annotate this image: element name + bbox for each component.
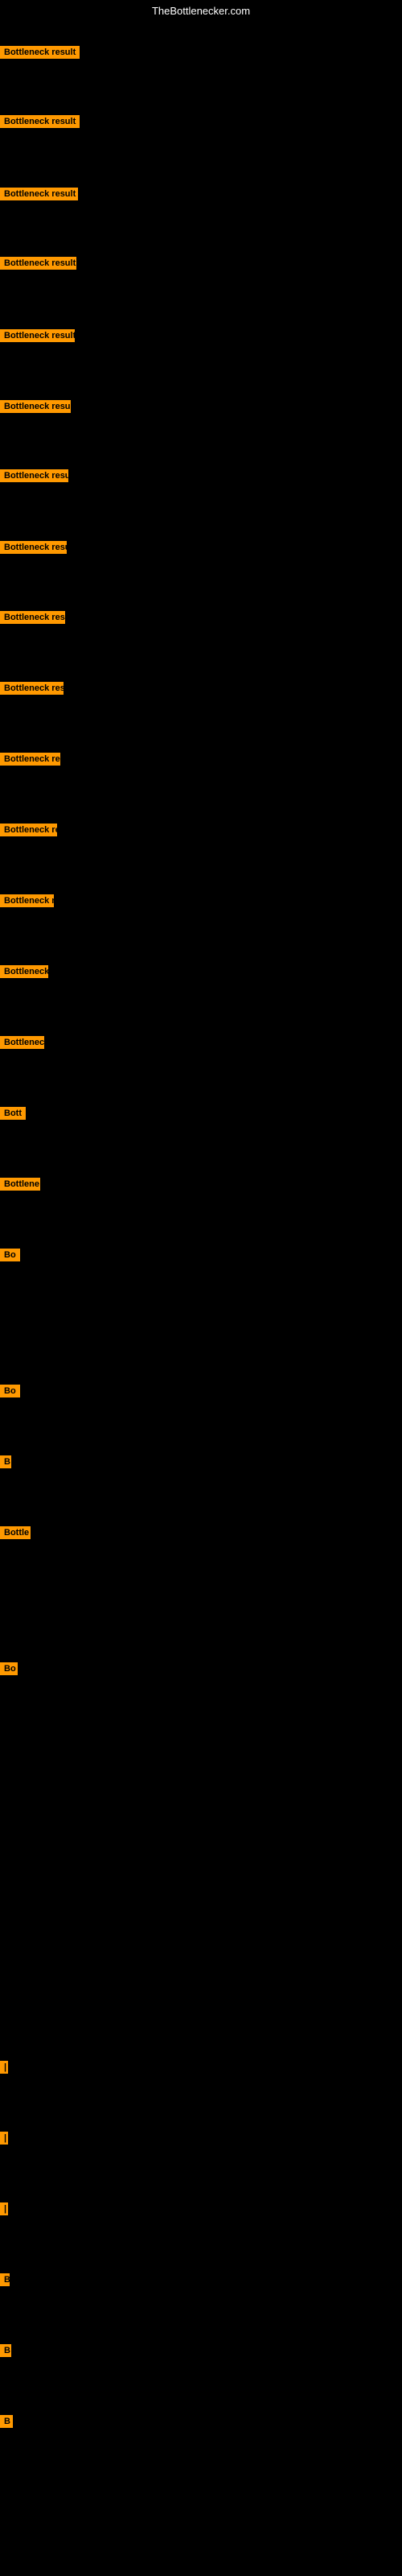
- site-title: TheBottlenecker.com: [0, 0, 402, 22]
- bottleneck-badge: Bottlenec: [0, 1036, 44, 1049]
- bottleneck-badge: B: [0, 2415, 13, 2428]
- bottleneck-badge: Bottleneck result: [0, 46, 80, 59]
- bottleneck-badge: Bottleneck result: [0, 188, 78, 200]
- bottleneck-badge: Bottleneck re: [0, 824, 57, 836]
- bottleneck-badge: B: [0, 2273, 10, 2286]
- bottleneck-badge: |: [0, 2132, 8, 2145]
- bottleneck-badge: Bottleneck r: [0, 965, 48, 978]
- bottleneck-badge: Bottleneck res: [0, 753, 60, 766]
- bottleneck-badge: |: [0, 2061, 8, 2074]
- bottleneck-badge: Bottleneck resul: [0, 611, 65, 624]
- bottleneck-badge: Bottleneck result: [0, 329, 75, 342]
- bottleneck-badge: Bo: [0, 1662, 18, 1675]
- bottleneck-badge: Bo: [0, 1249, 20, 1261]
- bottleneck-badge: Bo: [0, 1385, 20, 1397]
- bottleneck-badge: B: [0, 2344, 11, 2357]
- bottleneck-badge: |: [0, 2202, 8, 2215]
- bottleneck-badge: Bottleneck result: [0, 257, 76, 270]
- bottleneck-badge: B: [0, 1455, 11, 1468]
- bottleneck-badge: Bottleneck resu: [0, 682, 64, 695]
- bottleneck-badge: Bottleneck result: [0, 115, 80, 128]
- bottleneck-badge: Bottleneck resul: [0, 400, 71, 413]
- bottleneck-badge: Bottlene: [0, 1178, 40, 1191]
- bottleneck-badge: Bott: [0, 1107, 26, 1120]
- bottleneck-badge: Bottleneck re: [0, 894, 54, 907]
- bottleneck-badge: Bottleneck result: [0, 541, 67, 554]
- bottleneck-badge: Bottle: [0, 1526, 31, 1539]
- bottleneck-badge: Bottleneck result: [0, 469, 68, 482]
